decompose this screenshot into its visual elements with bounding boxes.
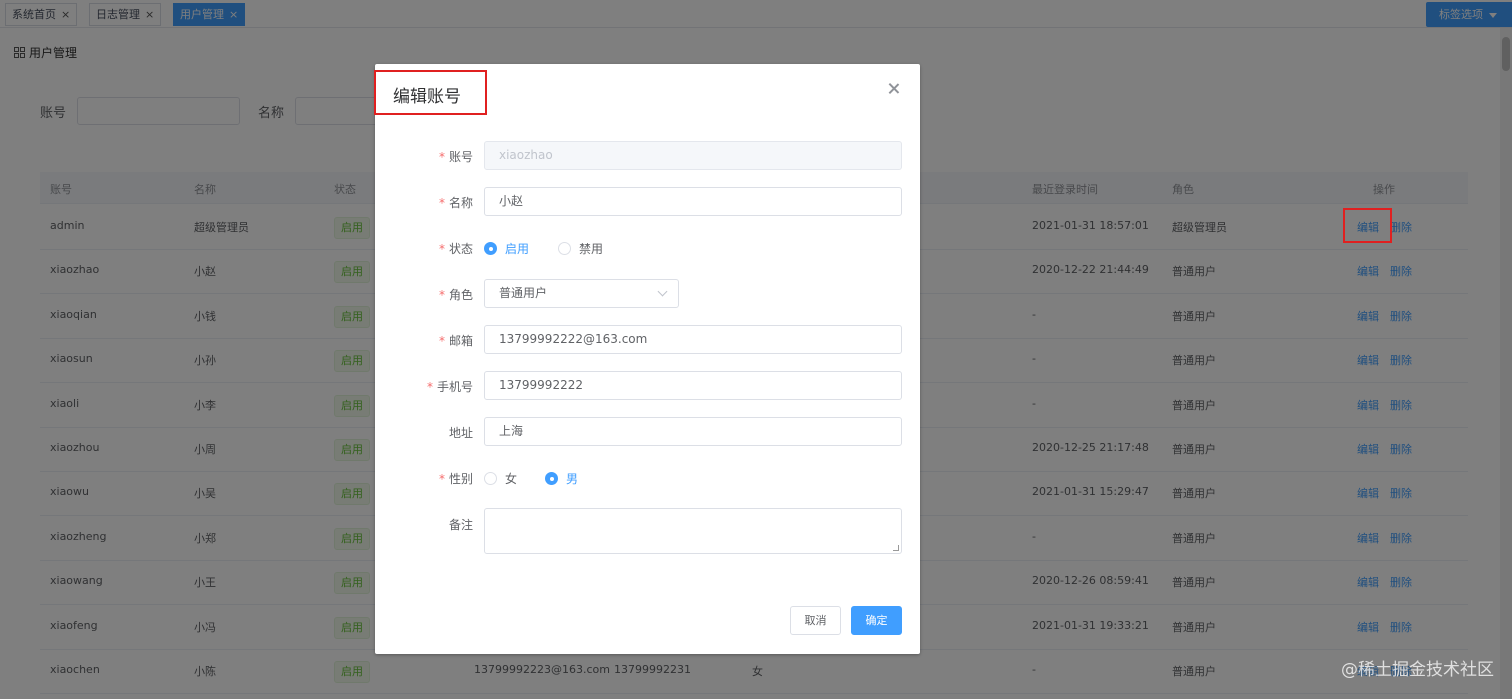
phone-input[interactable]: 13799992222 — [484, 371, 902, 400]
status-radio-disabled[interactable]: 禁用 — [558, 240, 603, 257]
address-input[interactable]: 上海 — [484, 417, 902, 446]
label-text: 邮箱 — [448, 334, 473, 348]
address-field-label: 地址 — [448, 426, 473, 440]
phone-field-label: * 手机号 — [383, 378, 473, 395]
role-field-label: * 角色 — [383, 286, 473, 303]
radio-unchecked-icon — [558, 242, 571, 255]
radio-label: 男 — [566, 472, 579, 486]
required-mark: * — [438, 150, 445, 164]
required-mark: * — [438, 196, 445, 210]
role-select[interactable]: 普通用户 — [484, 279, 679, 308]
cancel-button[interactable]: 取消 — [790, 606, 841, 635]
label-text: 性别 — [448, 472, 473, 486]
gender-radio-male[interactable]: 男 — [545, 470, 578, 487]
required-mark: * — [438, 334, 445, 348]
watermark: @稀土掘金技术社区 — [1341, 660, 1494, 680]
required-mark: * — [438, 288, 445, 302]
radio-checked-icon — [484, 242, 497, 255]
radio-label: 女 — [505, 472, 518, 486]
required-mark: * — [438, 472, 445, 486]
gender-radio-female[interactable]: 女 — [484, 470, 517, 487]
status-field-label: * 状态 — [383, 240, 473, 257]
radio-unchecked-icon — [484, 472, 497, 485]
label-text: 状态 — [448, 242, 473, 256]
label-text: 账号 — [448, 150, 473, 164]
radio-label: 启用 — [505, 242, 530, 256]
label-text: 角色 — [448, 288, 473, 302]
remark-textarea[interactable] — [484, 508, 902, 554]
chevron-down-icon — [657, 286, 668, 297]
radio-label: 禁用 — [579, 242, 604, 256]
edit-button-highlight — [1343, 208, 1392, 243]
resize-handle-icon[interactable] — [893, 545, 899, 551]
account-field-label: * 账号 — [383, 148, 473, 165]
required-mark: * — [426, 380, 433, 394]
label-text: 名称 — [448, 196, 473, 210]
role-select-value: 普通用户 — [499, 286, 548, 300]
name-input[interactable]: 小赵 — [484, 187, 902, 216]
close-icon[interactable] — [887, 82, 901, 96]
radio-checked-icon — [545, 472, 558, 485]
dialog-title: 编辑账号 — [393, 87, 461, 107]
label-text: 手机号 — [436, 380, 473, 394]
email-field-label: * 邮箱 — [383, 332, 473, 349]
gender-field-label: * 性别 — [383, 470, 473, 487]
required-mark: * — [438, 242, 445, 256]
remark-field-label: 备注 — [448, 518, 473, 532]
edit-account-dialog: 编辑账号 * 账号 xiaozhao * 名称 小赵 * 状态 启用 禁用 * 角色 普… — [374, 64, 920, 654]
account-input: xiaozhao — [484, 141, 902, 170]
email-input[interactable]: 13799992222@163.com — [484, 325, 902, 354]
name-field-label: * 名称 — [383, 194, 473, 211]
status-radio-enabled[interactable]: 启用 — [484, 240, 529, 257]
confirm-button[interactable]: 确定 — [851, 606, 902, 635]
